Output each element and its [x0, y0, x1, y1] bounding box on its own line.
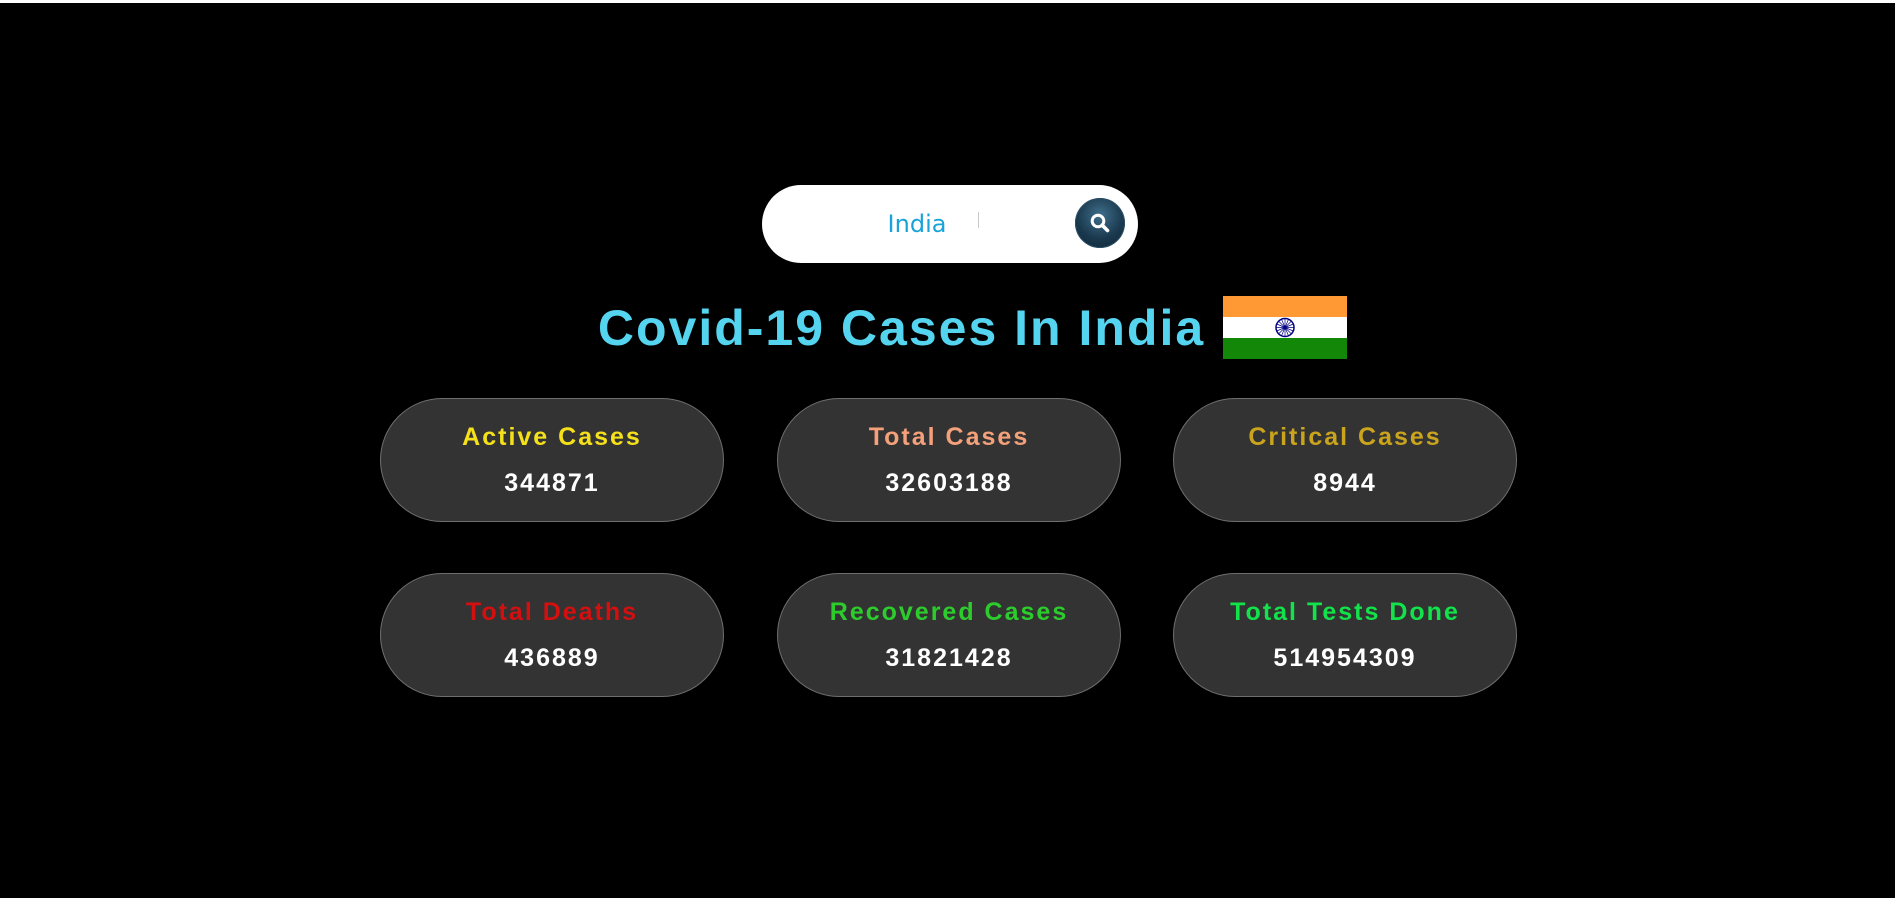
recovered-cases-value: 31821428: [885, 644, 1013, 672]
active-cases-card: Active Cases 344871: [380, 398, 724, 522]
total-tests-value: 514954309: [1273, 644, 1417, 672]
india-flag-icon: [1223, 296, 1348, 359]
critical-cases-label: Critical Cases: [1248, 423, 1442, 451]
page-heading: Covid-19 Cases In India: [0, 296, 1895, 359]
country-search-input[interactable]: [782, 198, 1052, 250]
total-cases-value: 32603188: [885, 469, 1013, 497]
total-deaths-value: 436889: [504, 644, 600, 672]
total-deaths-label: Total Deaths: [465, 598, 639, 626]
critical-cases-card: Critical Cases 8944: [1173, 398, 1517, 522]
search-bar: [762, 185, 1138, 263]
recovered-cases-label: Recovered Cases: [829, 598, 1069, 626]
total-cases-label: Total Cases: [868, 423, 1030, 451]
search-icon: [1090, 213, 1110, 233]
page-title: Covid-19 Cases In India: [597, 299, 1206, 356]
total-cases-card: Total Cases 32603188: [777, 398, 1121, 522]
critical-cases-value: 8944: [1313, 469, 1377, 497]
total-deaths-card: Total Deaths 436889: [380, 573, 724, 697]
active-cases-label: Active Cases: [462, 423, 642, 451]
active-cases-value: 344871: [504, 469, 600, 497]
recovered-cases-card: Recovered Cases 31821428: [777, 573, 1121, 697]
total-tests-card: Total Tests Done 514954309: [1173, 573, 1517, 697]
text-caret: [978, 212, 979, 228]
search-button[interactable]: [1075, 198, 1125, 248]
total-tests-label: Total Tests Done: [1230, 598, 1460, 626]
page-background: Covid-19 Cases In India Active Cases 344…: [0, 3, 1895, 898]
